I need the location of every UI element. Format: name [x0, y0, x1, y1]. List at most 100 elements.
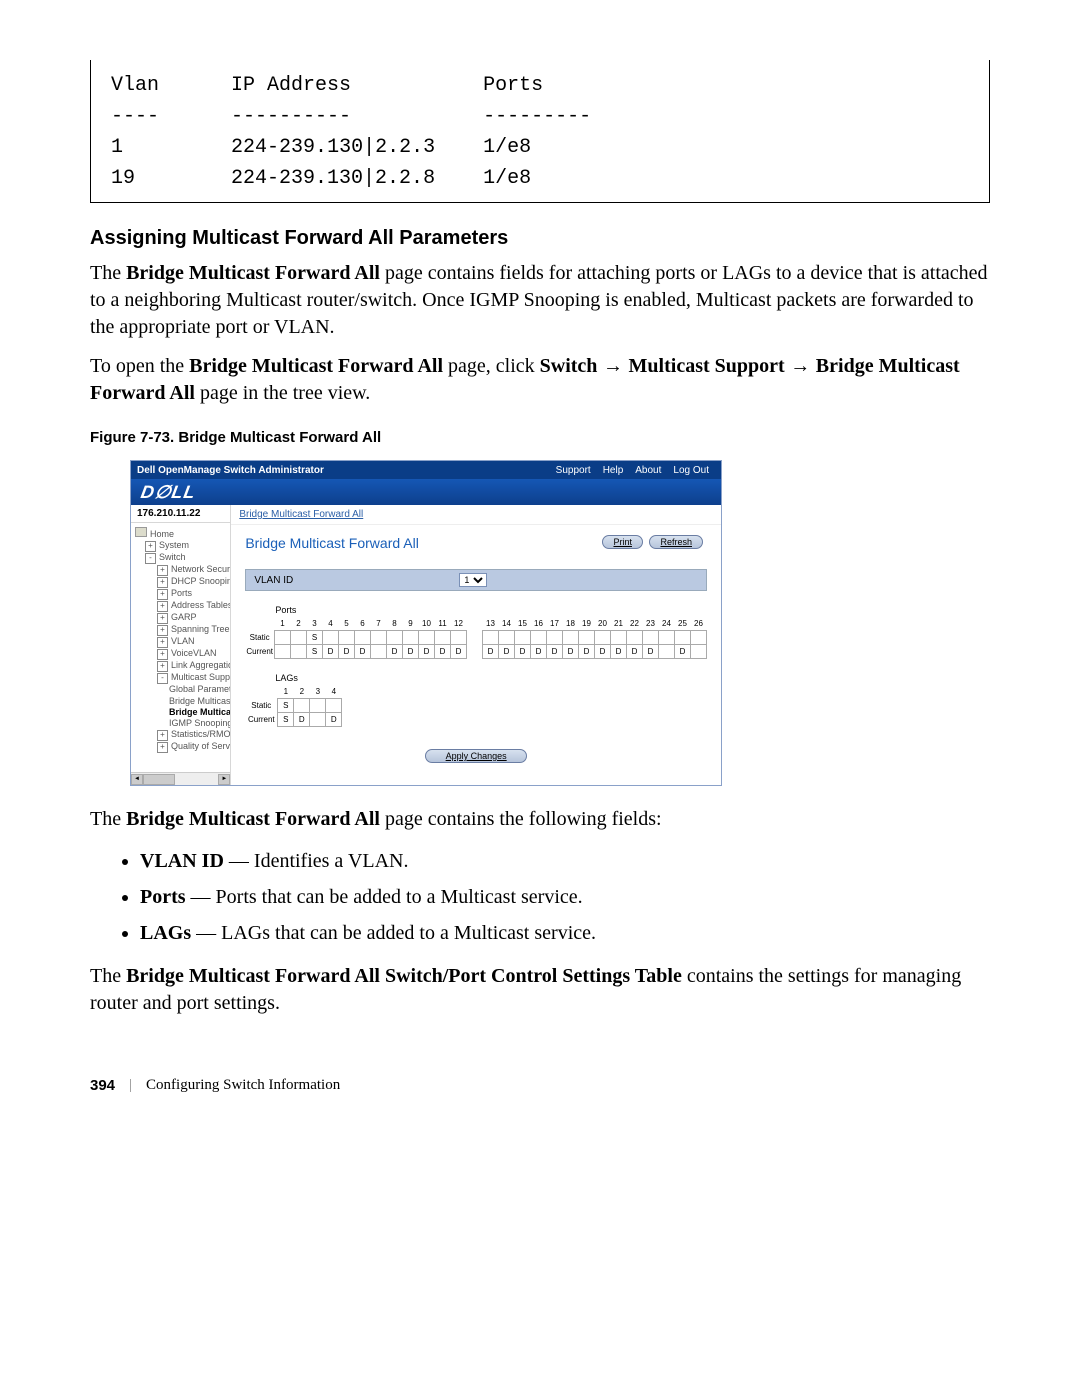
port-cell[interactable]: D — [595, 645, 611, 659]
port-cell[interactable]: D — [451, 645, 467, 659]
tree-qos[interactable]: +Quality of Service — [157, 741, 228, 753]
port-cell[interactable] — [323, 631, 339, 645]
port-cell[interactable] — [451, 631, 467, 645]
support-link[interactable]: Support — [556, 465, 591, 476]
tree-spanning-tree[interactable]: +Spanning Tree — [157, 624, 228, 636]
port-cell[interactable]: D — [547, 645, 563, 659]
lag-cell[interactable]: D — [294, 713, 310, 727]
breadcrumb[interactable]: Bridge Multicast Forward All — [231, 505, 721, 525]
scroll-right-icon[interactable]: ► — [218, 774, 230, 785]
port-cell[interactable] — [387, 631, 403, 645]
tree-switch[interactable]: -Switch — [145, 552, 228, 564]
port-cell[interactable]: D — [611, 645, 627, 659]
port-cell[interactable] — [675, 631, 691, 645]
expand-icon[interactable]: + — [157, 742, 168, 753]
about-link[interactable]: About — [635, 465, 661, 476]
port-cell[interactable]: D — [403, 645, 419, 659]
apply-changes-button[interactable]: Apply Changes — [425, 749, 527, 763]
refresh-button[interactable]: Refresh — [649, 535, 703, 549]
expand-icon[interactable]: + — [157, 649, 168, 660]
expand-icon[interactable]: + — [157, 589, 168, 600]
tree-link-aggregation[interactable]: +Link Aggregation — [157, 660, 228, 672]
port-cell[interactable] — [483, 631, 499, 645]
port-cell[interactable] — [611, 631, 627, 645]
logout-link[interactable]: Log Out — [673, 465, 709, 476]
tree-scrollbar[interactable]: ◄ ► — [131, 772, 230, 785]
tree-system[interactable]: +System — [145, 540, 228, 552]
port-cell[interactable] — [691, 645, 707, 659]
tree-garp[interactable]: +GARP — [157, 612, 228, 624]
expand-icon[interactable]: + — [157, 625, 168, 636]
expand-icon[interactable]: + — [157, 637, 168, 648]
expand-icon[interactable]: + — [157, 661, 168, 672]
print-button[interactable]: Print — [602, 535, 643, 549]
port-cell[interactable]: D — [339, 645, 355, 659]
port-cell[interactable] — [291, 631, 307, 645]
port-cell[interactable] — [275, 645, 291, 659]
port-cell[interactable] — [291, 645, 307, 659]
lag-cell[interactable]: S — [278, 713, 294, 727]
expand-icon[interactable]: + — [157, 730, 168, 741]
port-cell[interactable]: D — [579, 645, 595, 659]
port-cell[interactable] — [563, 631, 579, 645]
lag-cell[interactable] — [310, 699, 326, 713]
port-cell[interactable] — [371, 645, 387, 659]
tree-network-security[interactable]: +Network Security — [157, 564, 228, 576]
lag-cell[interactable] — [326, 699, 342, 713]
port-cell[interactable]: D — [675, 645, 691, 659]
vlan-id-select[interactable]: 1 — [459, 573, 487, 587]
tree-bridge-multicast[interactable]: Bridge Multicast ( — [169, 696, 228, 707]
port-cell[interactable]: D — [643, 645, 659, 659]
tree-address-tables[interactable]: +Address Tables — [157, 600, 228, 612]
port-cell[interactable] — [659, 631, 675, 645]
help-link[interactable]: Help — [603, 465, 624, 476]
port-cell[interactable] — [579, 631, 595, 645]
port-cell[interactable] — [371, 631, 387, 645]
port-cell[interactable]: D — [499, 645, 515, 659]
port-cell[interactable] — [275, 631, 291, 645]
expand-icon[interactable]: + — [145, 541, 156, 552]
port-cell[interactable]: D — [419, 645, 435, 659]
port-cell[interactable] — [435, 631, 451, 645]
tree-bridge-multicast-forward-all[interactable]: Bridge Multicast — [169, 707, 228, 718]
port-cell[interactable]: D — [435, 645, 451, 659]
scroll-thumb[interactable] — [143, 774, 175, 785]
port-cell[interactable] — [355, 631, 371, 645]
port-cell[interactable] — [403, 631, 419, 645]
tree-ports[interactable]: +Ports — [157, 588, 228, 600]
expand-icon[interactable]: + — [157, 565, 168, 576]
port-cell[interactable]: S — [307, 645, 323, 659]
collapse-icon[interactable]: - — [157, 673, 168, 684]
port-cell[interactable]: D — [483, 645, 499, 659]
port-cell[interactable] — [339, 631, 355, 645]
tree-vlan[interactable]: +VLAN — [157, 636, 228, 648]
port-cell[interactable] — [419, 631, 435, 645]
tree-multicast-support[interactable]: -Multicast Support — [157, 672, 228, 684]
tree-home[interactable]: Home — [135, 527, 228, 540]
scroll-left-icon[interactable]: ◄ — [131, 774, 143, 785]
port-cell[interactable]: D — [387, 645, 403, 659]
port-cell[interactable]: D — [627, 645, 643, 659]
lag-cell[interactable]: S — [278, 699, 294, 713]
tree-voicevlan[interactable]: +VoiceVLAN — [157, 648, 228, 660]
port-cell[interactable]: D — [531, 645, 547, 659]
port-cell[interactable]: D — [355, 645, 371, 659]
port-cell[interactable] — [627, 631, 643, 645]
lag-cell[interactable]: D — [326, 713, 342, 727]
tree-statistics-rmon[interactable]: +Statistics/RMON — [157, 729, 228, 741]
port-cell[interactable] — [515, 631, 531, 645]
port-cell[interactable] — [643, 631, 659, 645]
expand-icon[interactable]: + — [157, 601, 168, 612]
port-cell[interactable]: S — [307, 631, 323, 645]
port-cell[interactable] — [659, 645, 675, 659]
tree-dhcp-snooping[interactable]: +DHCP Snooping — [157, 576, 228, 588]
port-cell[interactable]: D — [323, 645, 339, 659]
port-cell[interactable] — [691, 631, 707, 645]
port-cell[interactable] — [595, 631, 611, 645]
port-cell[interactable] — [499, 631, 515, 645]
tree-global-parameter[interactable]: Global Parameter — [169, 684, 228, 695]
collapse-icon[interactable]: - — [145, 553, 156, 564]
lag-cell[interactable] — [294, 699, 310, 713]
port-cell[interactable] — [547, 631, 563, 645]
port-cell[interactable] — [531, 631, 547, 645]
